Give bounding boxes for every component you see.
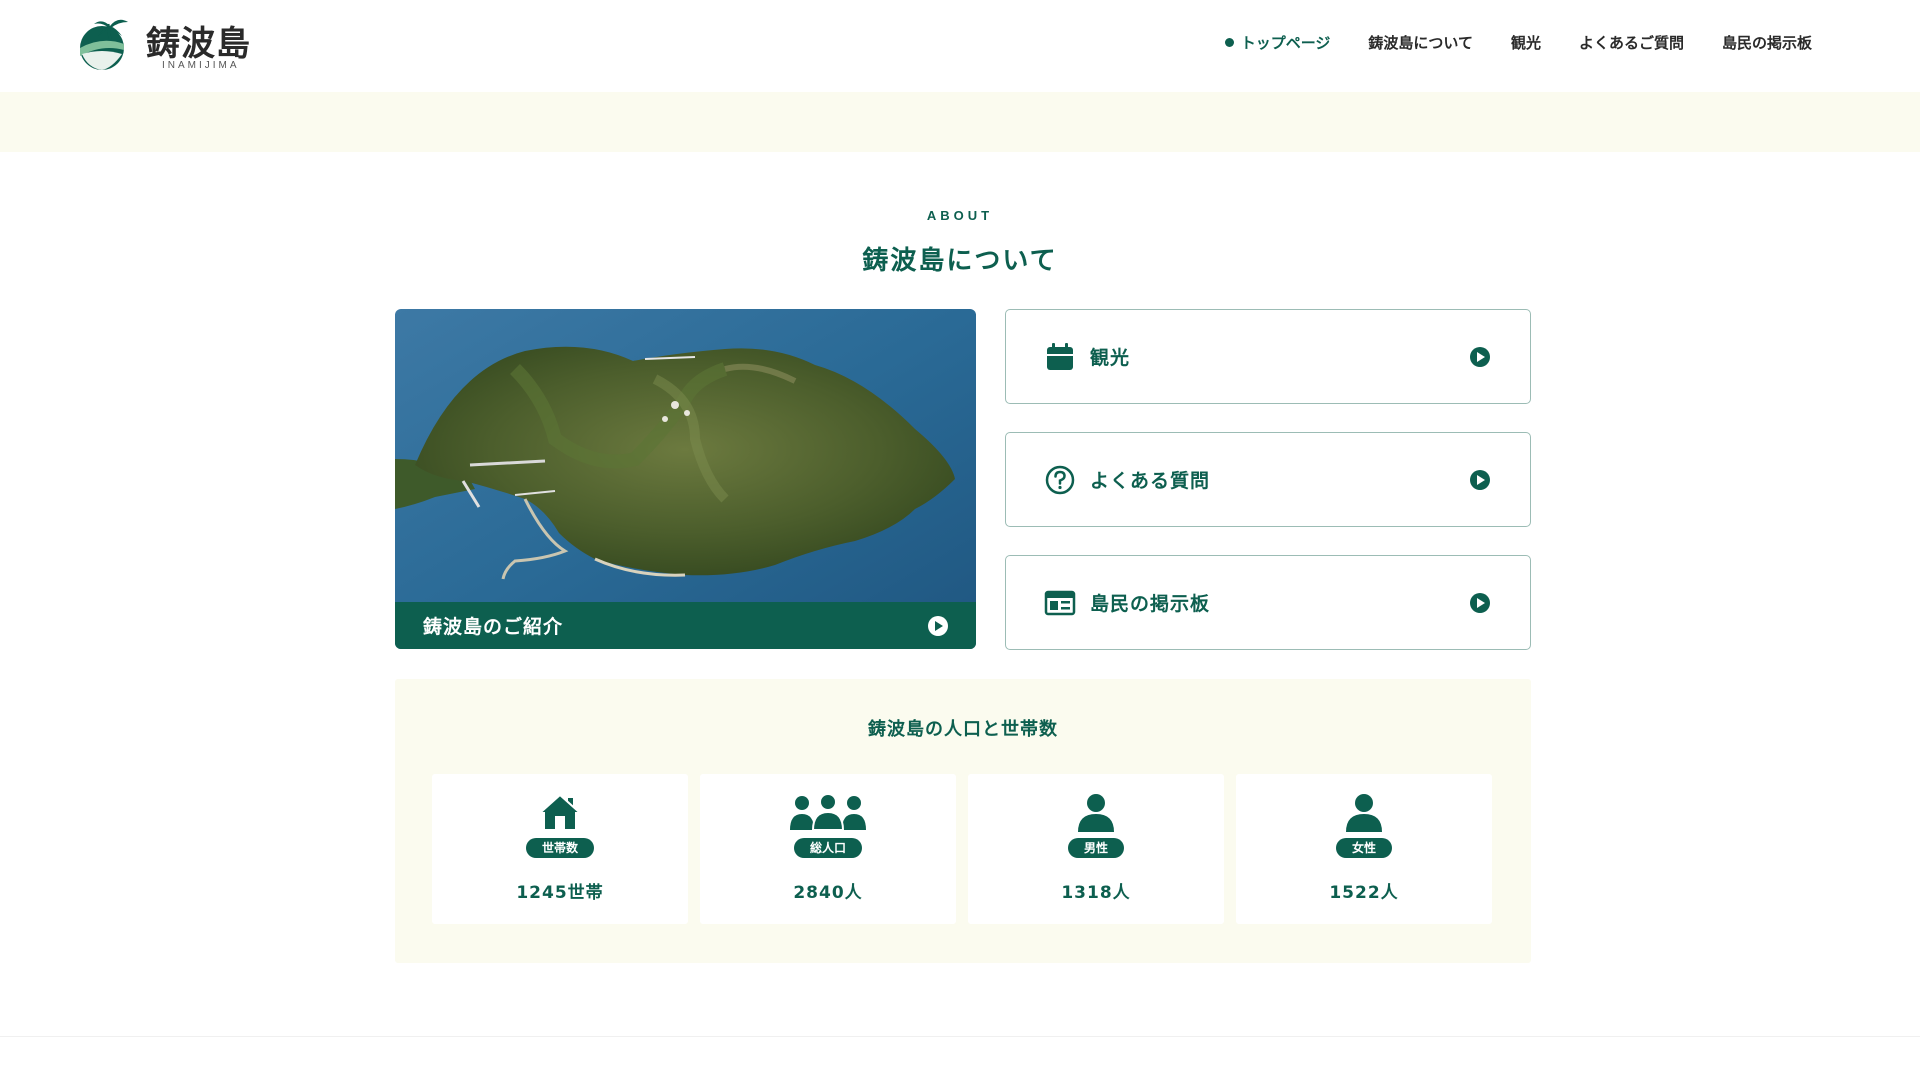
- page: 鋳波島 INAMIJIMA トップページ 鋳波島について 観光 よくあるご質問 …: [0, 0, 1920, 1080]
- nav-item-faq[interactable]: よくあるご質問: [1579, 32, 1684, 53]
- person-icon: [1346, 794, 1382, 832]
- play-circle-icon: [928, 615, 948, 636]
- nav-item-label: よくあるご質問: [1578, 34, 1684, 52]
- calendar-icon: [1047, 342, 1073, 370]
- stat-value: 1522人: [1329, 883, 1399, 903]
- active-dot-icon: [1224, 38, 1234, 47]
- footer-divider: [0, 1036, 1920, 1037]
- nav-item-about[interactable]: 鋳波島について: [1368, 32, 1473, 53]
- section-title: 鋳波島について: [862, 246, 1058, 276]
- nav-item-top[interactable]: トップページ: [1224, 32, 1331, 53]
- stat-badge: 世帯数: [525, 838, 595, 858]
- logo-title: 鋳波島: [146, 24, 251, 64]
- stat-value: 1245世帯: [516, 883, 604, 903]
- stat-badge: 女性: [1335, 838, 1393, 858]
- link-card-faq[interactable]: よくある質問: [1005, 432, 1531, 527]
- nav-item-sightseeing[interactable]: 観光: [1511, 32, 1541, 53]
- stat-value: 2840人: [793, 883, 863, 903]
- nav-item-label: トップページ: [1240, 34, 1331, 52]
- play-circle-icon: [1470, 592, 1490, 613]
- stats-title: 鋳波島の人口と世帯数: [868, 719, 1058, 740]
- person-icon: [1078, 794, 1114, 832]
- nav-item-label: 観光: [1510, 34, 1541, 52]
- population-stats-panel: 鋳波島の人口と世帯数 世帯数 1245世帯 総人口 2840人 男性 1318人…: [395, 679, 1531, 963]
- play-circle-icon: [1470, 346, 1490, 367]
- nav-item-label: 島民の掲示板: [1721, 34, 1812, 52]
- main-nav: トップページ 鋳波島について 観光 よくあるご質問 島民の掲示板: [1224, 32, 1812, 53]
- stat-card-female: 女性 1522人: [1236, 774, 1492, 924]
- group-icon: [790, 793, 866, 831]
- about-eyebrow: ABOUT: [926, 208, 994, 223]
- intro-card[interactable]: 鋳波島のご紹介: [395, 309, 976, 649]
- nav-item-board[interactable]: 島民の掲示板: [1722, 32, 1812, 53]
- intro-caption-label: 鋳波島のご紹介: [423, 616, 564, 638]
- logo-subtitle: INAMIJIMA: [162, 60, 240, 71]
- link-card-label: 島民の掲示板: [1090, 593, 1211, 615]
- nav-item-label: 鋳波島について: [1368, 34, 1473, 52]
- link-card-sightseeing[interactable]: 観光: [1005, 309, 1531, 404]
- stat-value: 1318人: [1061, 883, 1131, 903]
- cream-band: [0, 92, 1920, 152]
- site-header: 鋳波島 INAMIJIMA トップページ 鋳波島について 観光 よくあるご質問 …: [0, 0, 1920, 92]
- link-card-label: 観光: [1090, 347, 1131, 369]
- stat-card-male: 男性 1318人: [968, 774, 1224, 924]
- island-aerial-photo: [395, 309, 976, 649]
- question-circle-icon: [1045, 465, 1075, 494]
- link-card-board[interactable]: 島民の掲示板: [1005, 555, 1531, 650]
- site-logo[interactable]: 鋳波島 INAMIJIMA: [72, 12, 262, 74]
- stat-badge: 男性: [1067, 838, 1125, 858]
- intro-caption: 鋳波島のご紹介: [395, 602, 976, 649]
- play-circle-icon: [1470, 469, 1490, 490]
- link-card-label: よくある質問: [1090, 470, 1211, 492]
- island-logo-icon: [80, 19, 128, 70]
- stat-badge: 総人口: [793, 838, 863, 858]
- stat-card-households: 世帯数 1245世帯: [432, 774, 688, 924]
- board-icon: [1044, 590, 1076, 615]
- house-icon: [540, 793, 580, 829]
- stat-card-total-population: 総人口 2840人: [700, 774, 956, 924]
